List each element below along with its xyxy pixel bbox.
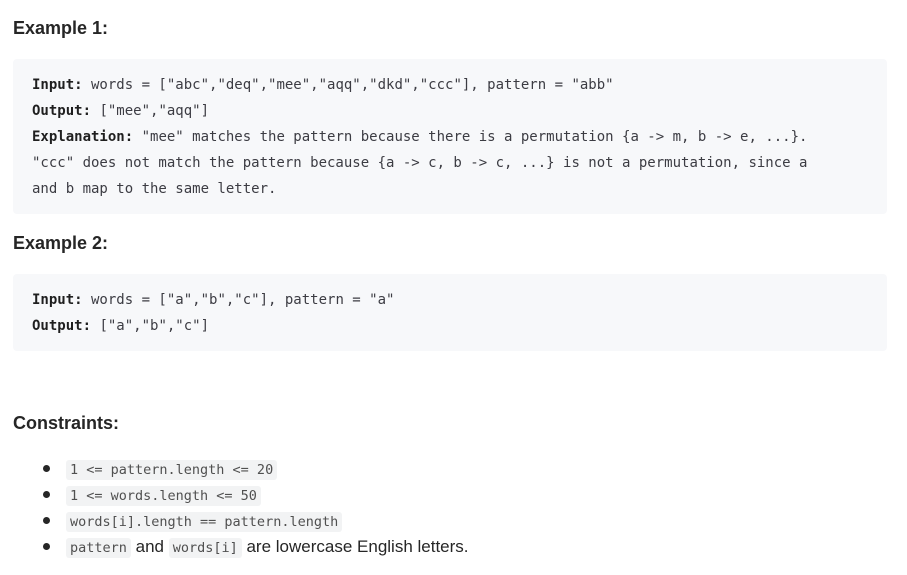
- example-1-explanation-line: Explanation: "mee" matches the pattern b…: [32, 124, 868, 150]
- input-value: words = ["abc","deq","mee","aqq","dkd","…: [82, 77, 614, 93]
- output-value: ["a","b","c"]: [91, 318, 210, 334]
- example-1-code-block: Input: words = ["abc","deq","mee","aqq",…: [13, 59, 887, 214]
- constraint-code: 1 <= words.length <= 50: [66, 486, 261, 506]
- constraints-list: 1 <= pattern.length <= 20 1 <= words.len…: [13, 456, 469, 560]
- constraint-code: words[i].length == pattern.length: [66, 512, 343, 532]
- constraints-title: Constraints:: [13, 413, 120, 433]
- explanation-label: Explanation:: [32, 129, 134, 145]
- example-2-title: Example 2:: [13, 233, 109, 253]
- explanation-text-2: "ccc" does not match the pattern because…: [32, 155, 808, 171]
- input-label: Input:: [32, 292, 83, 308]
- bullet-icon: [43, 491, 50, 498]
- constraint-item: 1 <= words.length <= 50: [13, 482, 469, 508]
- example-1-input-line: Input: words = ["abc","deq","mee","aqq",…: [32, 72, 868, 98]
- example-2-input-line: Input: words = ["a","b","c"], pattern = …: [32, 287, 868, 313]
- constraint-text: and: [130, 537, 169, 556]
- input-value: words = ["a","b","c"], pattern = "a": [82, 292, 395, 308]
- bullet-icon: [43, 543, 50, 550]
- constraint-code: words[i]: [168, 538, 242, 558]
- constraint-item: words[i].length == pattern.length: [13, 508, 469, 534]
- example-2-code-block: Input: words = ["a","b","c"], pattern = …: [13, 274, 887, 351]
- bullet-icon: [43, 465, 50, 472]
- example-2-output-line: Output: ["a","b","c"]: [32, 313, 868, 339]
- constraint-text: are lowercase English letters.: [241, 537, 469, 556]
- constraint-item: pattern and words[i] are lowercase Engli…: [13, 534, 469, 560]
- example-1-title: Example 1:: [13, 18, 109, 38]
- constraint-code: 1 <= pattern.length <= 20: [66, 460, 278, 480]
- explanation-text-1: "mee" matches the pattern because there …: [133, 129, 808, 145]
- example-1-output-line: Output: ["mee","aqq"]: [32, 98, 868, 124]
- constraint-item: 1 <= pattern.length <= 20: [13, 456, 469, 482]
- input-label: Input:: [32, 77, 83, 93]
- output-label: Output:: [32, 318, 92, 334]
- constraint-code: pattern: [66, 538, 131, 558]
- output-value: ["mee","aqq"]: [91, 103, 210, 119]
- explanation-text-3: and b map to the same letter.: [32, 181, 277, 197]
- bullet-icon: [43, 517, 50, 524]
- output-label: Output:: [32, 103, 92, 119]
